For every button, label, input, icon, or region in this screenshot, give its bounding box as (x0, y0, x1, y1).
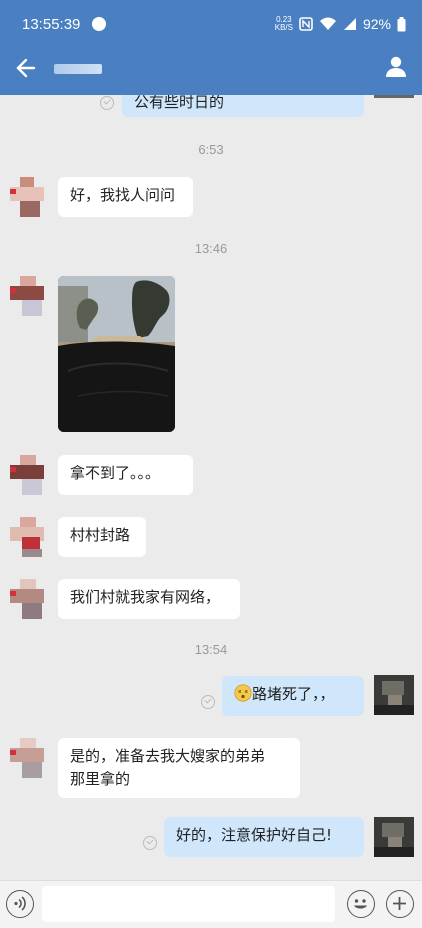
back-arrow-icon[interactable] (12, 54, 40, 82)
avatar-self[interactable] (374, 817, 414, 857)
avatar-contact[interactable] (8, 455, 48, 495)
message-text: 路堵死了，， (252, 685, 335, 703)
message-incoming-3[interactable]: 拿不到了。。。 (58, 455, 193, 495)
wifi-icon (319, 17, 336, 30)
clock: 13:55:39 (22, 16, 81, 33)
plus-icon[interactable] (386, 890, 414, 918)
message-incoming-4[interactable]: 村村封路 (58, 517, 146, 557)
avatar-contact[interactable] (8, 738, 48, 778)
timestamp: 6:53 (198, 142, 224, 157)
chat-area[interactable]: 公有些时日的 6:53 好，我找人问问 13:46 拿不到了。。。 村村封路 我… (0, 95, 422, 880)
message-outgoing-0[interactable]: 公有些时日的 (122, 95, 364, 117)
message-text: 好，我找人问问 (70, 186, 176, 204)
avatar-contact[interactable] (8, 517, 48, 557)
avatar-self-partial (374, 95, 414, 98)
message-incoming-5[interactable]: 我们村就我家有网络， (58, 579, 240, 619)
timestamp: 13:54 (194, 642, 228, 657)
message-notification-icon (92, 17, 106, 31)
read-check-icon (100, 96, 114, 110)
contact-name-redacted (54, 64, 102, 74)
status-bar: 13:55:39 0.23 KB/S 92% (0, 10, 422, 40)
read-check-icon (201, 695, 215, 709)
input-bar (0, 880, 422, 928)
message-outgoing-6[interactable]: 路堵死了，， (222, 676, 364, 716)
avatar-contact[interactable] (8, 579, 48, 619)
message-text: 我们村就我家有网络， (70, 588, 221, 606)
photo-message[interactable] (58, 276, 175, 432)
message-text: 村村封路 (70, 526, 131, 544)
avatar-self[interactable] (374, 675, 414, 715)
nav-row (0, 46, 422, 92)
message-outgoing-8[interactable]: 好的，注意保护好自己! (164, 817, 364, 857)
message-incoming-1[interactable]: 好，我找人问问 (58, 177, 193, 217)
message-text-line2: 那里拿的 (70, 770, 131, 788)
message-text-line1: 是的，准备去我大嫂家的弟弟 (70, 747, 266, 765)
avatar-contact[interactable] (8, 276, 48, 316)
avatar-contact[interactable] (8, 177, 48, 217)
status-right: 0.23 KB/S 92% (275, 16, 406, 32)
message-incoming-7[interactable]: 是的，准备去我大嫂家的弟弟 那里拿的 (58, 738, 300, 798)
voice-icon[interactable] (6, 890, 34, 918)
message-input[interactable] (42, 886, 335, 922)
nfc-icon (299, 17, 313, 31)
emoji-icon[interactable] (347, 890, 375, 918)
net-speed-unit: KB/S (274, 23, 293, 32)
message-text: 好的，注意保护好自己! (176, 826, 333, 844)
battery-icon (397, 16, 406, 31)
profile-icon[interactable] (384, 54, 408, 78)
message-text: 公有些时日的 (134, 95, 225, 111)
signal-icon (343, 18, 356, 30)
car-photo (58, 276, 175, 432)
timestamp: 13:46 (194, 241, 228, 256)
dizzy-face-emoji (234, 684, 252, 702)
read-check-icon (143, 836, 157, 850)
top-bar: 13:55:39 0.23 KB/S 92% (0, 0, 422, 95)
net-speed: 0.23 KB/S (275, 16, 293, 32)
battery-percent: 92% (362, 16, 391, 32)
message-text: 拿不到了。。。 (70, 464, 161, 482)
